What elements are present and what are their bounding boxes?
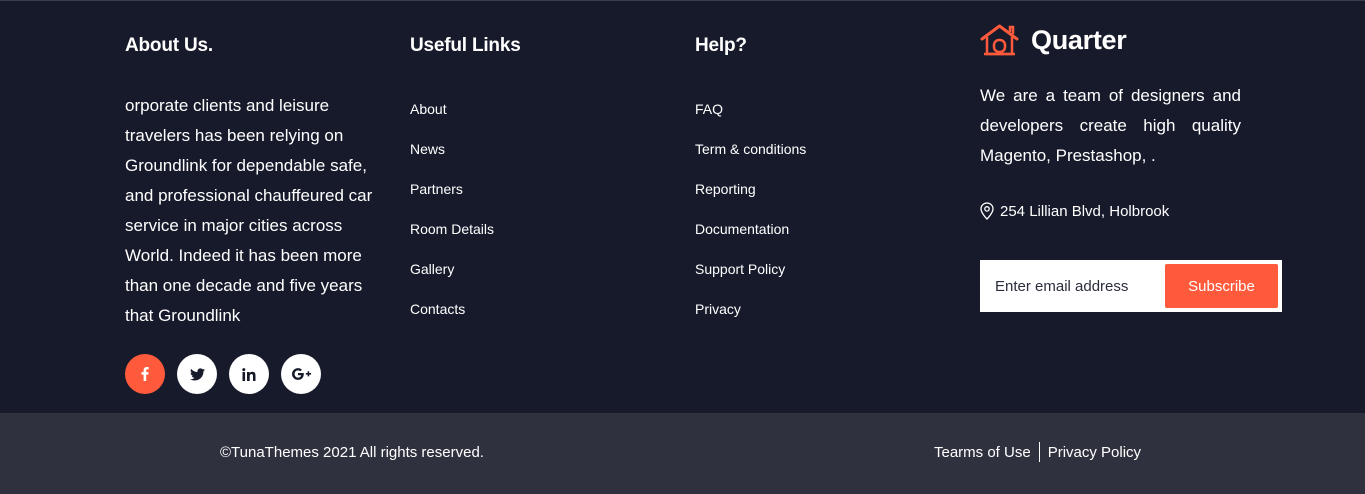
link-documentation[interactable]: Documentation bbox=[695, 221, 789, 237]
facebook-button[interactable] bbox=[125, 354, 165, 394]
house-icon bbox=[980, 24, 1019, 56]
google-plus-button[interactable] bbox=[281, 354, 321, 394]
list-item: Support Policy bbox=[695, 259, 806, 299]
social-links bbox=[125, 354, 321, 394]
terms-of-use-link[interactable]: Tearms of Use bbox=[934, 444, 1031, 461]
address-text: 254 Lillian Blvd, Holbrook bbox=[1000, 202, 1170, 220]
list-item: Gallery bbox=[410, 259, 494, 299]
divider bbox=[1038, 442, 1040, 462]
help-links-list: FAQ Term & conditions Reporting Document… bbox=[695, 99, 806, 339]
linkedin-button[interactable] bbox=[229, 354, 269, 394]
facebook-icon bbox=[141, 367, 149, 381]
link-news[interactable]: News bbox=[410, 141, 445, 157]
map-pin-icon bbox=[980, 202, 994, 220]
link-room-details[interactable]: Room Details bbox=[410, 221, 494, 237]
about-title: About Us. bbox=[125, 35, 213, 56]
footer-bottom-bar: ©TunaThemes 2021 All rights reserved. Te… bbox=[0, 413, 1365, 494]
twitter-button[interactable] bbox=[177, 354, 217, 394]
brand-name: Quarter bbox=[1031, 24, 1127, 55]
list-item: Contacts bbox=[410, 299, 494, 339]
list-item: Partners bbox=[410, 179, 494, 219]
subscribe-button[interactable]: Subscribe bbox=[1165, 264, 1278, 308]
link-gallery[interactable]: Gallery bbox=[410, 261, 454, 277]
useful-links-title: Useful Links bbox=[410, 35, 521, 56]
address: 254 Lillian Blvd, Holbrook bbox=[980, 202, 1169, 220]
brand-description: We are a team of designers and developer… bbox=[980, 86, 1241, 165]
brand-logo[interactable]: Quarter bbox=[980, 23, 1127, 57]
link-about[interactable]: About bbox=[410, 101, 447, 117]
list-item: Term & conditions bbox=[695, 139, 806, 179]
link-reporting[interactable]: Reporting bbox=[695, 181, 756, 197]
list-item: Reporting bbox=[695, 179, 806, 219]
list-item: About bbox=[410, 99, 494, 139]
useful-links-list: About News Partners Room Details Gallery… bbox=[410, 99, 494, 339]
linkedin-icon bbox=[242, 367, 256, 381]
about-text: orporate clients and leisure travelers h… bbox=[125, 96, 373, 325]
link-partners[interactable]: Partners bbox=[410, 181, 463, 197]
twitter-icon bbox=[189, 367, 205, 380]
footer-main: About Us. orporate clients and leisure t… bbox=[0, 0, 1365, 413]
link-support-policy[interactable]: Support Policy bbox=[695, 261, 785, 277]
list-item: FAQ bbox=[695, 99, 806, 139]
link-faq[interactable]: FAQ bbox=[695, 101, 723, 117]
copyright-text: ©TunaThemes 2021 All rights reserved. bbox=[220, 444, 484, 461]
help-title: Help? bbox=[695, 35, 747, 56]
google-plus-icon bbox=[291, 368, 311, 380]
email-field[interactable] bbox=[980, 260, 1160, 312]
list-item: Room Details bbox=[410, 219, 494, 259]
legal-links: Tearms of Use Privacy Policy bbox=[934, 442, 1141, 462]
list-item: Documentation bbox=[695, 219, 806, 259]
privacy-policy-link[interactable]: Privacy Policy bbox=[1048, 444, 1141, 461]
link-contacts[interactable]: Contacts bbox=[410, 301, 465, 317]
list-item: News bbox=[410, 139, 494, 179]
link-privacy[interactable]: Privacy bbox=[695, 301, 741, 317]
list-item: Privacy bbox=[695, 299, 806, 339]
link-terms-conditions[interactable]: Term & conditions bbox=[695, 141, 806, 157]
subscribe-form: Subscribe bbox=[980, 260, 1282, 312]
